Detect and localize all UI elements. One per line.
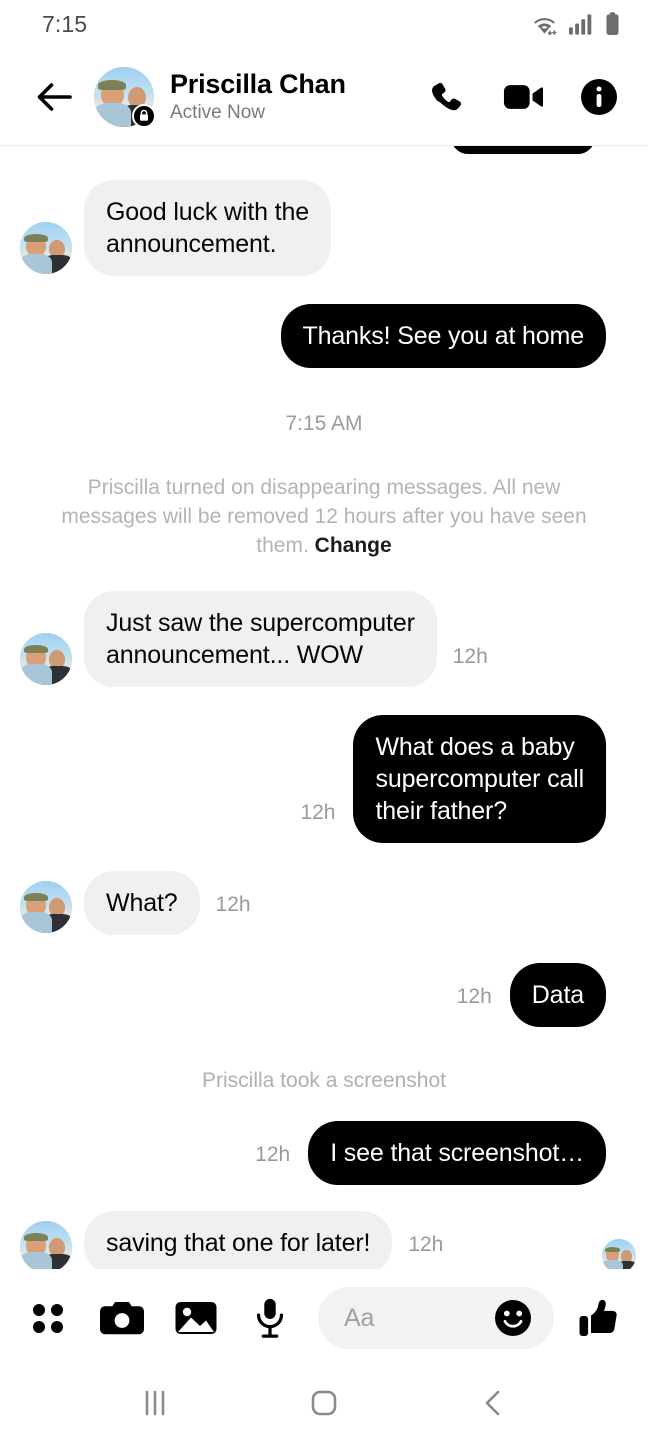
info-icon: [581, 78, 617, 115]
message-bubble[interactable]: Data: [509, 962, 606, 1027]
message-input-placeholder: Aa: [344, 1303, 375, 1332]
microphone-icon: [256, 1298, 284, 1338]
message-timestamp: 12h: [255, 1142, 291, 1166]
avatar[interactable]: [20, 632, 72, 685]
status-bar-clock: 7:15: [42, 10, 88, 37]
smiley-face-icon: [495, 1300, 531, 1336]
avatar-person-left: [20, 890, 52, 933]
status-bar: 7:15: [0, 0, 648, 48]
avatar-hat: [604, 1246, 621, 1253]
message-row[interactable]: Thanks! See you at home: [0, 304, 648, 368]
message-timestamp: 12h: [408, 1232, 444, 1256]
conversation-info-button[interactable]: [576, 74, 622, 120]
message-composer: Aa: [0, 1269, 648, 1367]
phone-icon: [432, 82, 461, 110]
message-row[interactable]: 12h I see that screenshot…: [0, 1120, 648, 1185]
avatar-person-left: [20, 642, 52, 685]
lock-icon: [132, 103, 156, 128]
message-bubble[interactable]: Good luck with the announcement.: [84, 180, 331, 276]
avatar[interactable]: [20, 222, 72, 274]
recents-button[interactable]: [125, 1376, 185, 1430]
emoji-button[interactable]: [490, 1295, 536, 1341]
home-button[interactable]: [294, 1376, 354, 1430]
voice-message-button[interactable]: [244, 1292, 296, 1344]
home-icon: [311, 1390, 337, 1416]
back-icon: [486, 1390, 500, 1416]
recents-icon: [145, 1390, 164, 1416]
clipped-message-bubble: [451, 146, 595, 154]
change-link[interactable]: Change: [315, 534, 392, 557]
avatar-person-left: [602, 1245, 623, 1269]
message-bubble[interactable]: What?: [84, 870, 200, 935]
avatar-person-left: [20, 231, 52, 274]
thumbs-up-icon: [579, 1299, 617, 1336]
message-row[interactable]: 12h Data: [0, 962, 648, 1027]
message-row[interactable]: What? 12h: [0, 870, 648, 935]
avatar-hat: [98, 80, 127, 91]
page-title: Priscilla Chan: [170, 68, 346, 99]
message-timestamp: 12h: [452, 644, 488, 668]
four-dot-grid-icon: [33, 1304, 63, 1333]
back-arrow-icon: [37, 82, 72, 111]
avatar-hat: [23, 892, 48, 902]
audio-call-button[interactable]: [424, 74, 470, 120]
system-navigation-bar: [0, 1367, 648, 1439]
avatar[interactable]: [20, 1220, 72, 1269]
header-avatar-wrap[interactable]: [94, 66, 156, 128]
status-bar-icons: [531, 12, 620, 36]
camera-icon: [100, 1302, 144, 1335]
read-receipt-avatar: [602, 1238, 636, 1269]
camera-button[interactable]: [96, 1292, 148, 1344]
avatar-hat: [23, 1232, 48, 1242]
message-bubble[interactable]: Thanks! See you at home: [280, 304, 606, 368]
message-row[interactable]: 12h What does a baby supercomputer call …: [0, 714, 648, 843]
cellular-signal-icon: [569, 13, 594, 35]
gallery-button[interactable]: [170, 1292, 222, 1344]
message-timestamp: 12h: [456, 984, 492, 1008]
header-actions: [424, 74, 622, 120]
message-timestamp: 12h: [215, 892, 251, 916]
message-bubble[interactable]: Just saw the supercomputer announcement.…: [84, 590, 437, 687]
screenshot-notice: Priscilla took a screenshot: [202, 1068, 446, 1092]
message-bubble[interactable]: I see that screenshot…: [308, 1120, 606, 1185]
message-row[interactable]: Good luck with the announcement.: [0, 180, 648, 276]
avatar-person-left: [20, 1230, 52, 1269]
message-bubble[interactable]: saving that one for later!: [84, 1210, 393, 1269]
header-title-block[interactable]: Priscilla Chan Active Now: [170, 69, 424, 125]
video-call-button[interactable]: [500, 74, 546, 120]
message-timestamp: 12h: [300, 800, 336, 824]
battery-icon: [605, 12, 620, 36]
time-divider: 7:15 AM: [285, 412, 363, 435]
system-message: Priscilla turned on disappearing message…: [0, 474, 648, 561]
message-bubble[interactable]: What does a baby supercomputer call thei…: [353, 714, 606, 843]
video-camera-icon: [503, 84, 543, 109]
back-button[interactable]: [463, 1376, 523, 1430]
image-icon: [175, 1302, 217, 1334]
presence-status: Active Now: [170, 101, 266, 123]
wifi-icon: [531, 13, 558, 35]
avatar-hat: [23, 233, 48, 243]
message-input[interactable]: Aa: [318, 1287, 554, 1349]
message-thread[interactable]: Good luck with the announcement. Thanks!…: [0, 146, 648, 1269]
back-button[interactable]: [28, 71, 80, 123]
avatar-person-left: [94, 77, 131, 127]
message-row[interactable]: Just saw the supercomputer announcement.…: [0, 590, 648, 687]
like-button[interactable]: [574, 1292, 626, 1344]
conversation-header: Priscilla Chan Active Now: [0, 48, 648, 146]
more-apps-button[interactable]: [22, 1292, 74, 1344]
avatar[interactable]: [20, 880, 72, 933]
avatar-hat: [23, 644, 48, 654]
